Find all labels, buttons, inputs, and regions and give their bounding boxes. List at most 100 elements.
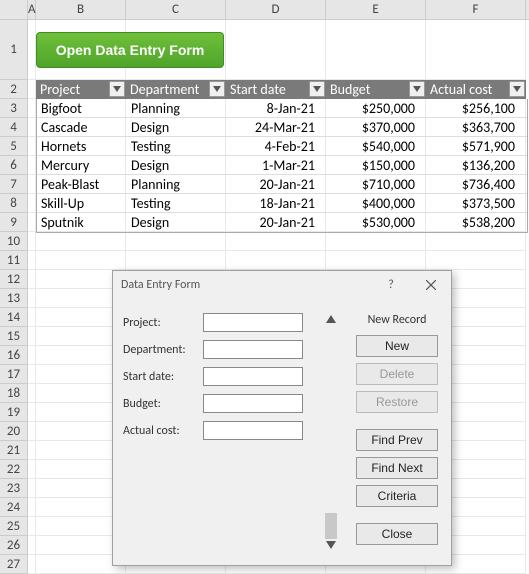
cell[interactable]: Design (127, 118, 227, 136)
input-start-date[interactable] (203, 367, 303, 386)
row-header-2[interactable]: 2 (0, 80, 28, 99)
cell[interactable]: 8-Jan-21 (227, 99, 327, 117)
cell[interactable]: 20-Jan-21 (227, 213, 327, 232)
row-header-3[interactable]: 3 (0, 99, 28, 118)
cell[interactable]: $538,200 (427, 213, 527, 232)
cell[interactable]: Planning (127, 175, 227, 193)
input-budget[interactable] (203, 394, 303, 413)
cell[interactable]: 20-Jan-21 (227, 175, 327, 193)
row-header-1[interactable]: 1 (0, 20, 28, 80)
row-header-24[interactable]: 24 (0, 498, 28, 517)
filter-button-department[interactable] (209, 81, 225, 97)
table-row[interactable]: CascadeDesign24-Mar-21$370,000$363,700 (37, 118, 527, 137)
cell[interactable]: 18-Jan-21 (227, 194, 327, 212)
row-header-13[interactable]: 13 (0, 289, 28, 308)
row-header-20[interactable]: 20 (0, 422, 28, 441)
cell[interactable]: $256,100 (427, 99, 527, 117)
cell[interactable]: $250,000 (327, 99, 427, 117)
cell[interactable]: $710,000 (327, 175, 427, 193)
cell[interactable]: $736,400 (427, 175, 527, 193)
new-button[interactable]: New (356, 335, 438, 357)
col-header-A[interactable]: A (28, 0, 36, 19)
cell[interactable]: Testing (127, 194, 227, 212)
cell[interactable]: Sputnik (37, 213, 127, 232)
scroll-thumb[interactable] (325, 513, 337, 539)
row-header-9[interactable]: 9 (0, 213, 28, 232)
row-header-17[interactable]: 17 (0, 365, 28, 384)
dialog-close-button[interactable] (411, 271, 451, 299)
row-header-25[interactable]: 25 (0, 517, 28, 536)
cell[interactable]: Planning (127, 99, 227, 117)
dialog-titlebar[interactable]: Data Entry Form ? (113, 271, 451, 299)
col-header-E[interactable]: E (326, 0, 426, 19)
row-header-12[interactable]: 12 (0, 270, 28, 289)
table-row[interactable]: MercuryDesign1-Mar-21$150,000$136,200 (37, 156, 527, 175)
row-header-16[interactable]: 16 (0, 346, 28, 365)
cell[interactable]: Bigfoot (37, 99, 127, 117)
col-header-C[interactable]: C (126, 0, 226, 19)
cell[interactable]: $540,000 (327, 137, 427, 155)
filter-button-start-date[interactable] (309, 81, 325, 97)
close-button[interactable]: Close (356, 523, 438, 545)
cell[interactable]: $150,000 (327, 156, 427, 174)
row-header-6[interactable]: 6 (0, 156, 28, 175)
col-header-F[interactable]: F (426, 0, 526, 19)
cell[interactable]: $370,000 (327, 118, 427, 136)
table-row[interactable]: BigfootPlanning8-Jan-21$250,000$256,100 (37, 99, 527, 118)
row-header-8[interactable]: 8 (0, 194, 28, 213)
cell[interactable]: $363,700 (427, 118, 527, 136)
input-actual-cost[interactable] (203, 421, 303, 440)
dialog-help-button[interactable]: ? (371, 271, 411, 299)
table-row[interactable]: SputnikDesign20-Jan-21$530,000$538,200 (37, 213, 527, 232)
cell[interactable]: Mercury (37, 156, 127, 174)
input-department[interactable] (203, 340, 303, 359)
cell[interactable]: Cascade (37, 118, 127, 136)
scroll-track[interactable] (325, 327, 337, 539)
row-header-23[interactable]: 23 (0, 479, 28, 498)
table-row[interactable]: Skill-UpTesting18-Jan-21$400,000$373,500 (37, 194, 527, 213)
cell[interactable]: Testing (127, 137, 227, 155)
cell[interactable]: Design (127, 213, 227, 232)
cell[interactable]: Design (127, 156, 227, 174)
cell[interactable]: $373,500 (427, 194, 527, 212)
cell[interactable]: $530,000 (327, 213, 427, 232)
filter-button-actual-cost[interactable] (509, 81, 525, 97)
table-row[interactable]: HornetsTesting4-Feb-21$540,000$571,900 (37, 137, 527, 156)
cell[interactable]: Hornets (37, 137, 127, 155)
row-header-18[interactable]: 18 (0, 384, 28, 403)
cell[interactable]: 4-Feb-21 (227, 137, 327, 155)
cell[interactable]: $571,900 (427, 137, 527, 155)
row-header-22[interactable]: 22 (0, 460, 28, 479)
criteria-button[interactable]: Criteria (356, 485, 438, 507)
input-project[interactable] (203, 313, 303, 332)
table-row[interactable]: Peak-BlastPlanning20-Jan-21$710,000$736,… (37, 175, 527, 194)
row-header-11[interactable]: 11 (0, 251, 28, 270)
row-header-14[interactable]: 14 (0, 308, 28, 327)
row-header-26[interactable]: 26 (0, 536, 28, 555)
cell[interactable]: $136,200 (427, 156, 527, 174)
row-header-4[interactable]: 4 (0, 118, 28, 137)
find-next-button[interactable]: Find Next (356, 457, 438, 479)
filter-button-project[interactable] (109, 81, 125, 97)
col-header-D[interactable]: D (226, 0, 326, 19)
open-data-entry-form-button[interactable]: Open Data Entry Form (36, 32, 224, 68)
cell[interactable]: $400,000 (327, 194, 427, 212)
row-header-27[interactable]: 27 (0, 555, 28, 574)
select-all-cell[interactable] (0, 0, 28, 19)
cell[interactable]: 24-Mar-21 (227, 118, 327, 136)
row-header-10[interactable]: 10 (0, 232, 28, 251)
scroll-down-icon[interactable] (326, 539, 336, 553)
scroll-up-icon[interactable] (326, 313, 336, 327)
row-header-15[interactable]: 15 (0, 327, 28, 346)
row-header-7[interactable]: 7 (0, 175, 28, 194)
row-header-21[interactable]: 21 (0, 441, 28, 460)
cell[interactable]: 1-Mar-21 (227, 156, 327, 174)
row-header-19[interactable]: 19 (0, 403, 28, 422)
cell[interactable]: Peak-Blast (37, 175, 127, 193)
find-prev-button[interactable]: Find Prev (356, 429, 438, 451)
row-header-5[interactable]: 5 (0, 137, 28, 156)
col-header-B[interactable]: B (36, 0, 126, 19)
record-scrollbar[interactable] (323, 313, 339, 553)
cell[interactable]: Skill-Up (37, 194, 127, 212)
filter-button-budget[interactable] (409, 81, 425, 97)
